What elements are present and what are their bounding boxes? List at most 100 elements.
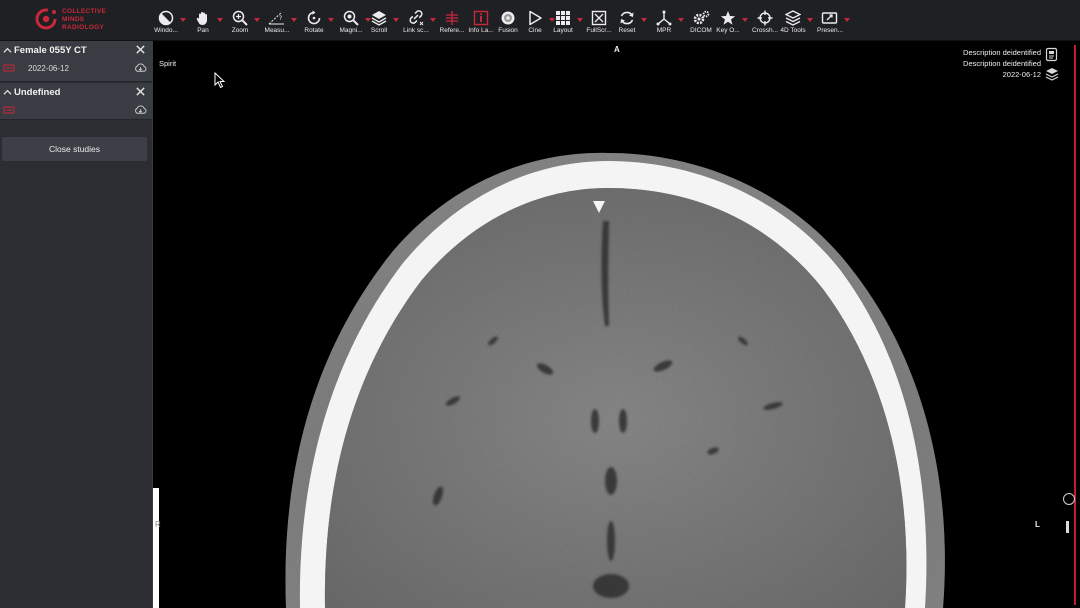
study-panel[interactable]: Female 055Y CT 2022-06-12 xyxy=(0,41,152,82)
slice-scroll-indicator[interactable] xyxy=(1066,521,1069,533)
presentation-icon xyxy=(821,9,839,26)
tool-label: Rotate xyxy=(304,27,324,34)
magnify-icon xyxy=(342,9,360,26)
tool-label: Scroll xyxy=(370,27,388,34)
tool-hand[interactable]: Pan xyxy=(187,0,223,41)
ct-scan-image xyxy=(285,152,945,608)
tool-label: FullScr... xyxy=(586,27,612,34)
tool-label: Info La... xyxy=(468,27,494,34)
tool-rotate[interactable]: Rotate xyxy=(298,0,334,41)
rotate-icon xyxy=(305,9,323,26)
series-name-label: Spirit xyxy=(159,59,177,68)
tool-label: DICOM xyxy=(690,27,712,34)
tool-label: Cine xyxy=(528,27,542,34)
tool-link[interactable]: Link sc... xyxy=(400,0,436,41)
tool-label: 4D Tools xyxy=(780,27,806,34)
orientation-marker-right: L xyxy=(1035,520,1040,529)
tool-label: Pan xyxy=(197,27,209,34)
dropdown-caret-icon[interactable] xyxy=(393,18,399,22)
tool-4d-tools[interactable]: 4D Tools xyxy=(777,0,813,41)
tool-reference-lines[interactable]: Refere... xyxy=(436,0,468,41)
tool-label: Key O... xyxy=(716,27,740,34)
fullscreen-icon xyxy=(590,9,608,26)
brand-name: Collective Minds Radiology xyxy=(62,8,107,31)
tool-label: Layout xyxy=(553,27,573,34)
tool-contrast[interactable]: Windo... xyxy=(150,0,186,41)
study-description-label: Description deidentified xyxy=(963,48,1041,57)
study-date-label: 2022-06-12 xyxy=(1002,70,1041,79)
study-sidebar: Female 055Y CT 2022-06-12 Undefined Clos… xyxy=(0,41,153,608)
orientation-marker-top: A xyxy=(614,45,620,54)
app-logo: Collective Minds Radiology xyxy=(34,6,124,36)
zoom-icon xyxy=(231,9,249,26)
study-title: Female 055Y CT xyxy=(14,45,87,56)
contrast-icon xyxy=(157,9,175,26)
tool-label: Presen... xyxy=(816,27,843,34)
fusion-icon xyxy=(499,9,517,26)
tool-mpr[interactable]: MPR xyxy=(648,0,684,41)
study-title: Undefined xyxy=(14,87,61,98)
tool-layers[interactable]: Scroll xyxy=(363,0,399,41)
tool-zoom[interactable]: Zoom xyxy=(224,0,260,41)
tool-label: Fusion xyxy=(498,27,518,34)
grid-icon xyxy=(554,9,572,26)
tool-label: Link sc... xyxy=(403,27,429,34)
series-description-label: Description deidentified xyxy=(963,59,1041,68)
active-viewport-border xyxy=(1074,45,1076,605)
series-icon xyxy=(3,64,15,72)
tool-label: Reset xyxy=(618,27,636,34)
dropdown-caret-icon[interactable] xyxy=(328,18,334,22)
tool-star[interactable]: Key O... xyxy=(712,0,748,41)
link-icon xyxy=(407,9,425,26)
measure-icon: ? xyxy=(268,9,286,26)
crosshair-icon xyxy=(756,9,774,26)
info-layer-icon xyxy=(472,9,490,26)
mpr-icon xyxy=(655,9,673,26)
layers-stack-icon[interactable] xyxy=(1045,67,1059,81)
orientation-marker-left: R xyxy=(155,520,161,529)
image-viewport[interactable]: A L R Spirit Description deidentified De… xyxy=(153,41,1080,608)
document-icon[interactable] xyxy=(1045,47,1059,62)
slice-scroll-handle[interactable] xyxy=(1063,493,1075,505)
chevron-up-icon[interactable] xyxy=(3,88,12,97)
tool-label: Measu... xyxy=(264,27,290,34)
play-icon xyxy=(526,9,544,26)
tool-label: Magni... xyxy=(339,27,363,34)
reference-lines-icon xyxy=(443,9,461,26)
dropdown-caret-icon[interactable] xyxy=(678,18,684,22)
tool-measure[interactable]: ? Measu... xyxy=(261,0,297,41)
study-panel[interactable]: Undefined xyxy=(0,83,152,120)
tool-label: Crossh... xyxy=(751,27,778,34)
svg-text:?: ? xyxy=(279,15,282,22)
app-header: Collective Minds Radiology Windo... Pan Zo… xyxy=(0,0,1080,41)
dicom-gear-icon xyxy=(692,9,710,26)
cloud-download-icon[interactable] xyxy=(134,63,147,73)
chevron-up-icon[interactable] xyxy=(3,46,12,55)
reset-icon xyxy=(618,9,636,26)
tool-label: Refere... xyxy=(439,27,465,34)
cloud-download-icon[interactable] xyxy=(134,105,147,115)
tool-reset[interactable]: Reset xyxy=(611,0,647,41)
tool-presentation[interactable]: Presen... xyxy=(814,0,850,41)
dropdown-caret-icon[interactable] xyxy=(807,18,813,22)
close-icon[interactable] xyxy=(135,44,146,55)
dropdown-caret-icon[interactable] xyxy=(641,18,647,22)
adjacent-viewport-edge xyxy=(153,488,159,608)
dropdown-caret-icon[interactable] xyxy=(254,18,260,22)
mouse-cursor-icon xyxy=(214,72,226,89)
dropdown-caret-icon[interactable] xyxy=(180,18,186,22)
dropdown-caret-icon[interactable] xyxy=(742,18,748,22)
dropdown-caret-icon[interactable] xyxy=(844,18,850,22)
star-icon xyxy=(719,9,737,26)
tool-label: Zoom xyxy=(231,27,249,34)
4d-tools-icon xyxy=(784,9,802,26)
close-studies-button[interactable]: Close studies xyxy=(2,137,147,161)
close-icon[interactable] xyxy=(135,86,146,97)
dropdown-caret-icon[interactable] xyxy=(291,18,297,22)
logo-mark-icon xyxy=(35,8,57,30)
dropdown-caret-icon[interactable] xyxy=(217,18,223,22)
tool-grid[interactable]: Layout xyxy=(547,0,583,41)
hand-icon xyxy=(194,9,212,26)
layers-icon xyxy=(370,9,388,26)
tool-label: MPR xyxy=(656,27,672,34)
